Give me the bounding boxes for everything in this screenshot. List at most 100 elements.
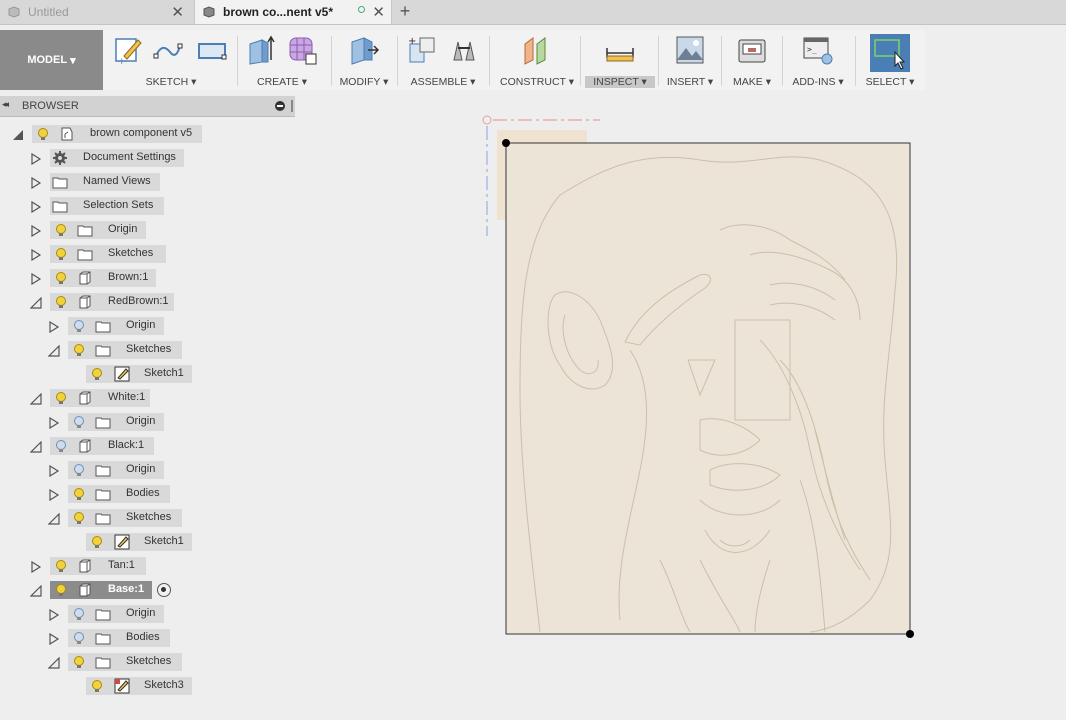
visibility-bulb-icon[interactable] [72, 655, 86, 669]
visibility-bulb-icon[interactable] [90, 679, 104, 693]
3d-print-icon[interactable] [736, 34, 768, 66]
tree-node-black-origin[interactable]: Origin [0, 460, 300, 480]
tree-node-white-origin[interactable]: Origin [0, 412, 300, 432]
modify-menu[interactable]: MODIFY ▾ [334, 76, 394, 88]
assemble-menu[interactable]: ASSEMBLE ▾ [400, 76, 486, 88]
tree-node-selection-sets[interactable]: Selection Sets [0, 196, 300, 216]
insert-menu[interactable]: INSERT ▾ [661, 76, 719, 88]
tree-node-redbrown-origin[interactable]: Origin [0, 316, 300, 336]
workspace-switcher[interactable]: MODEL ▾ [0, 30, 103, 90]
expand-triangle-icon[interactable] [48, 633, 60, 645]
collapse-triangle-icon[interactable] [48, 345, 60, 357]
visibility-bulb-icon[interactable] [54, 391, 68, 405]
collapse-triangle-icon[interactable] [48, 657, 60, 669]
tree-node-white[interactable]: White:1 [0, 388, 300, 408]
collapse-triangle-icon[interactable] [12, 129, 24, 141]
visibility-bulb-off-icon[interactable] [72, 319, 86, 333]
tree-node-tan[interactable]: Tan:1 [0, 556, 300, 576]
visibility-bulb-off-icon[interactable] [72, 415, 86, 429]
tab-brown-component[interactable]: brown co...nent v5* ✕ [194, 0, 392, 24]
construct-menu[interactable]: CONSTRUCT ▾ [496, 76, 578, 88]
tree-node-black-sketches[interactable]: Sketches [0, 508, 300, 528]
visibility-bulb-icon[interactable] [72, 343, 86, 357]
expand-triangle-icon[interactable] [30, 177, 42, 189]
scripts-icon[interactable]: >_ [802, 34, 834, 66]
expand-triangle-icon[interactable] [30, 561, 42, 573]
expand-triangle-icon[interactable] [30, 273, 42, 285]
visibility-bulb-icon[interactable] [54, 247, 68, 261]
tree-node-black-bodies[interactable]: Bodies [0, 484, 300, 504]
create-sketch-icon[interactable]: + [112, 34, 144, 66]
expand-triangle-icon[interactable] [48, 465, 60, 477]
visibility-bulb-icon[interactable] [54, 583, 68, 597]
create-menu[interactable]: CREATE ▾ [240, 76, 324, 88]
measure-icon[interactable] [604, 34, 636, 66]
tree-node-sketches[interactable]: Sketches [0, 244, 300, 264]
expand-triangle-icon[interactable] [48, 321, 60, 333]
sketch-point-bottom-right[interactable] [906, 630, 914, 638]
insert-image-icon[interactable] [674, 34, 706, 66]
tree-node-named-views[interactable]: Named Views [0, 172, 300, 192]
line-tool-icon[interactable] [152, 34, 184, 66]
visibility-bulb-icon[interactable] [54, 271, 68, 285]
collapse-triangle-icon[interactable] [30, 585, 42, 597]
expand-triangle-icon[interactable] [48, 609, 60, 621]
tree-node-base-active[interactable]: Base:1 [0, 580, 300, 600]
resize-grip[interactable] [291, 100, 293, 112]
expand-triangle-icon[interactable] [30, 153, 42, 165]
visibility-bulb-icon[interactable] [36, 127, 50, 141]
expand-triangle-icon[interactable] [30, 201, 42, 213]
close-tab-icon[interactable]: ✕ [171, 3, 184, 21]
addins-menu[interactable]: ADD-INS ▾ [785, 76, 851, 88]
tree-node-redbrown-sketch1[interactable]: Sketch1 [0, 364, 300, 384]
tree-node-base-bodies[interactable]: Bodies [0, 628, 300, 648]
expand-triangle-icon[interactable] [48, 417, 60, 429]
tree-node-base-origin[interactable]: Origin [0, 604, 300, 624]
tree-node-root[interactable]: brown component v5 [0, 124, 300, 144]
activate-component-radio[interactable] [157, 583, 171, 597]
tree-node-black-sketch1[interactable]: Sketch1 [0, 532, 300, 552]
make-menu[interactable]: MAKE ▾ [724, 76, 780, 88]
expand-triangle-icon[interactable] [30, 225, 42, 237]
design-viewport[interactable] [300, 92, 1066, 720]
collapse-triangle-icon[interactable] [30, 393, 42, 405]
visibility-bulb-off-icon[interactable] [72, 607, 86, 621]
press-pull-icon[interactable] [348, 34, 380, 66]
tree-node-document-settings[interactable]: Document Settings [0, 148, 300, 168]
visibility-bulb-off-icon[interactable] [54, 439, 68, 453]
tree-node-base-sketches[interactable]: Sketches [0, 652, 300, 672]
select-icon[interactable] [870, 34, 910, 72]
visibility-bulb-icon[interactable] [54, 295, 68, 309]
visibility-bulb-icon[interactable] [72, 487, 86, 501]
joint-icon[interactable] [448, 34, 480, 66]
base-plate[interactable] [505, 142, 911, 635]
tree-node-redbrown[interactable]: RedBrown:1 [0, 292, 300, 312]
tree-node-base-sketch3[interactable]: Sketch3 [0, 676, 300, 696]
tree-node-redbrown-sketches[interactable]: Sketches [0, 340, 300, 360]
sketch-menu[interactable]: SKETCH ▾ [108, 76, 234, 88]
visibility-bulb-icon[interactable] [54, 559, 68, 573]
tree-node-origin[interactable]: Origin [0, 220, 300, 240]
extrude-icon[interactable] [244, 34, 276, 66]
new-component-icon[interactable]: + [406, 34, 438, 66]
expand-triangle-icon[interactable] [48, 489, 60, 501]
collapse-triangle-icon[interactable] [30, 297, 42, 309]
new-tab-button[interactable]: + [396, 0, 414, 24]
collapse-triangle-icon[interactable] [30, 441, 42, 453]
visibility-bulb-icon[interactable] [72, 511, 86, 525]
tree-node-brown[interactable]: Brown:1 [0, 268, 300, 288]
inspect-menu[interactable]: INSPECT ▾ [585, 76, 655, 88]
tab-untitled[interactable]: Untitled ✕ [0, 0, 190, 24]
collapse-triangle-icon[interactable] [48, 513, 60, 525]
tree-node-black[interactable]: Black:1 [0, 436, 300, 456]
visibility-bulb-icon[interactable] [90, 367, 104, 381]
select-menu[interactable]: SELECT ▾ [858, 76, 922, 88]
visibility-bulb-icon[interactable] [54, 223, 68, 237]
form-icon[interactable] [286, 34, 318, 66]
visibility-bulb-off-icon[interactable] [72, 631, 86, 645]
offset-plane-icon[interactable] [521, 34, 553, 66]
origin-point[interactable] [482, 115, 492, 125]
expand-triangle-icon[interactable] [30, 249, 42, 261]
visibility-bulb-icon[interactable] [90, 535, 104, 549]
close-tab-icon[interactable]: ✕ [372, 3, 385, 21]
